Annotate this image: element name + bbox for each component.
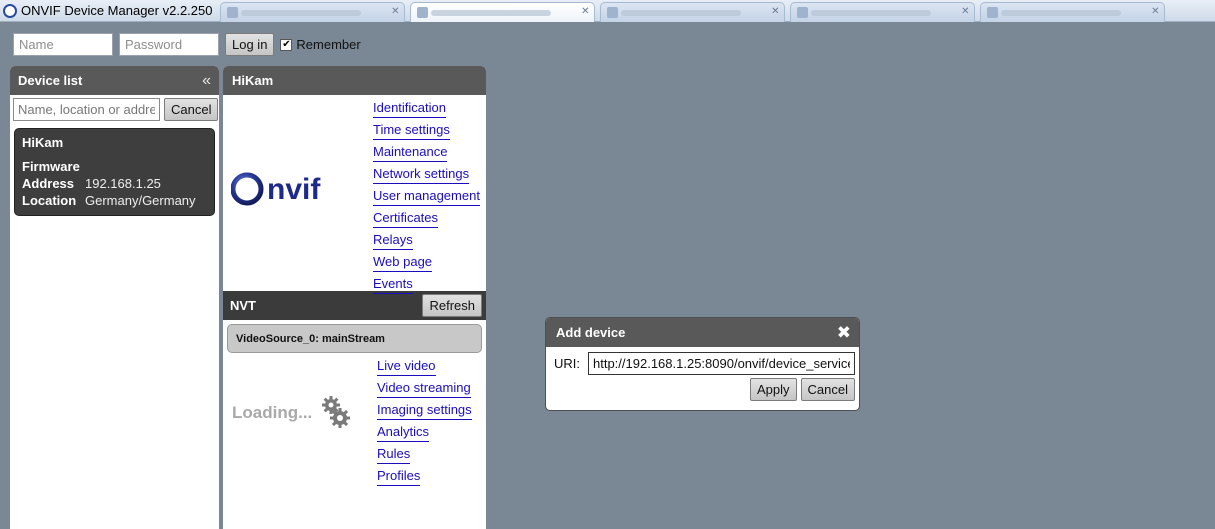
remember-toggle[interactable]: ✔ Remember bbox=[280, 37, 361, 52]
device-list-panel: Device list « Cancel HiKam Firmware Addr… bbox=[10, 66, 219, 529]
link-analytics[interactable]: Analytics bbox=[377, 423, 430, 442]
onvif-logo-text: nvif bbox=[267, 173, 321, 206]
address-value: 192.168.1.25 bbox=[85, 176, 161, 191]
add-device-body: URI: Apply Cancel bbox=[546, 347, 859, 401]
remember-checkbox[interactable]: ✔ bbox=[280, 38, 293, 51]
add-device-title: Add device bbox=[556, 325, 626, 340]
link-identification[interactable]: Identification bbox=[373, 99, 446, 118]
add-device-dialog: Add device ✖ URI: Apply Cancel bbox=[545, 317, 860, 411]
uri-input[interactable] bbox=[588, 352, 855, 375]
password-input[interactable] bbox=[119, 33, 219, 56]
device-list-header: Device list « bbox=[10, 66, 219, 95]
tab-favicon-icon bbox=[417, 6, 429, 18]
close-tab-icon[interactable]: ✕ bbox=[961, 6, 969, 17]
stream-area: Loading... Live video Video streaming Im… bbox=[223, 353, 486, 486]
cancel-button[interactable]: Cancel bbox=[800, 378, 855, 401]
stream-links: Live video Video streaming Imaging setti… bbox=[377, 357, 472, 489]
link-imaging-settings[interactable]: Imaging settings bbox=[377, 401, 472, 420]
browser-tab[interactable]: ✕ bbox=[220, 1, 406, 22]
browser-tab[interactable]: ✕ bbox=[790, 1, 976, 22]
firmware-label: Firmware bbox=[22, 159, 80, 174]
link-relays[interactable]: Relays bbox=[373, 231, 413, 250]
location-value: Germany/Germany bbox=[85, 193, 196, 208]
app-icon bbox=[3, 3, 17, 18]
tab-title-blurred bbox=[621, 9, 742, 16]
browser-tab[interactable]: ✕ bbox=[980, 1, 1166, 22]
refresh-button[interactable]: Refresh bbox=[422, 294, 482, 317]
close-icon[interactable]: ✖ bbox=[837, 323, 851, 343]
device-links: Identification Time settings Maintenance… bbox=[373, 99, 480, 297]
login-button[interactable]: Log in bbox=[225, 33, 275, 56]
tab-title-blurred bbox=[431, 9, 552, 16]
link-network-settings[interactable]: Network settings bbox=[373, 165, 470, 184]
tab-title-blurred bbox=[241, 9, 362, 16]
tab-favicon-icon bbox=[607, 6, 619, 18]
link-rules[interactable]: Rules bbox=[377, 445, 411, 464]
name-input[interactable] bbox=[13, 33, 113, 56]
device-info-area: nvif Identification Time settings Mainte… bbox=[223, 95, 486, 294]
tab-favicon-icon bbox=[227, 6, 239, 18]
tab-favicon-icon bbox=[797, 6, 809, 18]
link-web-page[interactable]: Web page bbox=[373, 253, 433, 272]
nvt-label: NVT bbox=[230, 298, 256, 313]
link-maintenance[interactable]: Maintenance bbox=[373, 143, 448, 162]
device-search-input[interactable] bbox=[13, 98, 160, 121]
search-cancel-button[interactable]: Cancel bbox=[164, 98, 219, 121]
login-row: Log in ✔ Remember bbox=[13, 33, 361, 56]
link-video-streaming[interactable]: Video streaming bbox=[377, 379, 471, 398]
browser-tab[interactable]: ✕ bbox=[600, 1, 786, 22]
gears-icon bbox=[322, 396, 350, 428]
stream-header[interactable]: VideoSource_0: mainStream bbox=[227, 324, 482, 353]
location-label: Location bbox=[22, 193, 77, 208]
uri-row: URI: bbox=[554, 352, 855, 375]
device-panel: HiKam nvif Identification Time settings … bbox=[223, 66, 486, 529]
device-panel-header: HiKam bbox=[223, 66, 486, 95]
link-certificates[interactable]: Certificates bbox=[373, 209, 439, 228]
close-tab-icon[interactable]: ✕ bbox=[581, 6, 589, 17]
dialog-buttons: Apply Cancel bbox=[554, 378, 855, 401]
close-tab-icon[interactable]: ✕ bbox=[391, 6, 399, 17]
device-firmware-row: Firmware bbox=[22, 158, 207, 175]
link-live-video[interactable]: Live video bbox=[377, 357, 436, 376]
onvif-logo: nvif bbox=[231, 172, 321, 206]
link-time-settings[interactable]: Time settings bbox=[373, 121, 450, 140]
device-list-item[interactable]: HiKam Firmware Address 192.168.1.25 Loca… bbox=[14, 128, 215, 216]
link-user-management[interactable]: User management bbox=[373, 187, 480, 206]
device-search-row: Cancel bbox=[10, 95, 219, 124]
link-profiles[interactable]: Profiles bbox=[377, 467, 421, 486]
browser-tab-active[interactable]: ✕ bbox=[410, 1, 596, 22]
uri-label: URI: bbox=[554, 356, 580, 371]
add-device-header: Add device ✖ bbox=[546, 318, 859, 347]
device-panel-title: HiKam bbox=[232, 73, 274, 88]
collapse-icon[interactable]: « bbox=[202, 72, 211, 90]
link-events[interactable]: Events bbox=[373, 275, 413, 294]
remember-label: Remember bbox=[296, 37, 361, 52]
address-label: Address bbox=[22, 176, 75, 191]
apply-button[interactable]: Apply bbox=[750, 378, 797, 401]
tab-favicon-icon bbox=[987, 6, 999, 18]
device-name: HiKam bbox=[22, 135, 64, 150]
tab-title-blurred bbox=[1001, 9, 1122, 16]
tab-title-blurred bbox=[811, 9, 932, 16]
app-title: ONVIF Device Manager v2.2.250 bbox=[21, 3, 213, 18]
device-list-title: Device list bbox=[18, 73, 83, 88]
window-titlebar: ONVIF Device Manager v2.2.250 ✕ ✕ ✕ ✕ ✕ bbox=[0, 0, 1215, 22]
device-address-row: Address 192.168.1.25 bbox=[22, 175, 207, 192]
device-location-row: Location Germany/Germany bbox=[22, 192, 207, 209]
browser-tabstrip: ✕ ✕ ✕ ✕ ✕ bbox=[220, 0, 1215, 22]
loading-text: Loading... bbox=[232, 403, 313, 422]
close-tab-icon[interactable]: ✕ bbox=[771, 6, 779, 17]
close-tab-icon[interactable]: ✕ bbox=[1151, 6, 1159, 17]
